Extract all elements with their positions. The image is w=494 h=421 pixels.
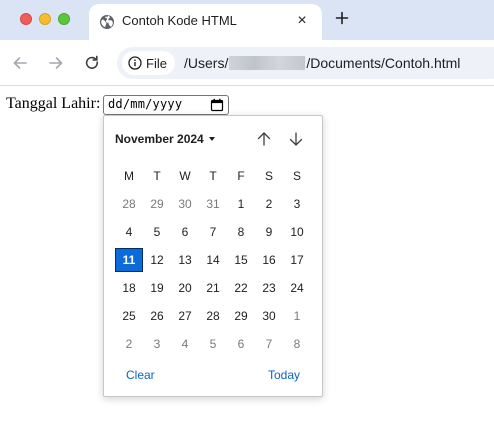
calendar-day[interactable]: 3 bbox=[143, 332, 171, 356]
browser-tab[interactable]: Contoh Kode HTML × bbox=[89, 4, 322, 40]
today-button[interactable]: Today bbox=[268, 368, 300, 382]
weekday-label: T bbox=[209, 169, 217, 183]
new-tab-plus-icon[interactable] bbox=[334, 10, 350, 26]
calendar-day[interactable]: 2 bbox=[255, 192, 283, 216]
calendar-day[interactable]: 18 bbox=[115, 276, 143, 300]
calendar-day[interactable]: 8 bbox=[227, 220, 255, 244]
calendar-day[interactable]: 26 bbox=[143, 304, 171, 328]
url-suffix: /Documents/Contoh.html bbox=[306, 55, 461, 71]
month-year-selector[interactable]: November 2024 bbox=[115, 132, 215, 146]
globe-icon bbox=[100, 15, 114, 29]
calendar-day[interactable]: 6 bbox=[171, 220, 199, 244]
date-picker-popup: November 2024 MTWTFSS 28 29 30 31 1 2 3 4 5 6 7 8 9 1… bbox=[103, 115, 323, 397]
browser-toolbar: File /Users/ /Documents/Contoh.html bbox=[0, 40, 494, 86]
calendar-icon[interactable] bbox=[210, 98, 224, 112]
calendar-day[interactable]: 14 bbox=[199, 248, 227, 272]
calendar-day[interactable]: 7 bbox=[255, 332, 283, 356]
calendar-day[interactable]: 24 bbox=[283, 276, 311, 300]
calendar-day[interactable]: 6 bbox=[227, 332, 255, 356]
birth-date-label: Tanggal Lahir: bbox=[6, 95, 101, 112]
calendar-day[interactable]: 7 bbox=[199, 220, 227, 244]
month-year-label: November 2024 bbox=[115, 132, 204, 146]
calendar-week-row: 2345678 bbox=[115, 332, 311, 356]
calendar-day[interactable]: 22 bbox=[227, 276, 255, 300]
caret-down-icon bbox=[208, 137, 215, 141]
previous-month-arrow-icon[interactable] bbox=[255, 130, 273, 148]
calendar-day[interactable]: 28 bbox=[115, 192, 143, 216]
calendar-day[interactable]: 30 bbox=[255, 304, 283, 328]
calendar-day[interactable]: 8 bbox=[283, 332, 311, 356]
calendar-day[interactable]: 21 bbox=[199, 276, 227, 300]
forward-arrow-icon[interactable] bbox=[47, 54, 65, 72]
weekday-header-row: MTWTFSS bbox=[115, 164, 311, 188]
info-icon bbox=[128, 56, 142, 70]
calendar-day[interactable]: 29 bbox=[143, 192, 171, 216]
calendar-day[interactable]: 9 bbox=[255, 220, 283, 244]
calendar-day[interactable]: 13 bbox=[171, 248, 199, 272]
site-info-label: File bbox=[146, 55, 167, 71]
calendar-day[interactable]: 3 bbox=[283, 192, 311, 216]
reload-icon[interactable] bbox=[83, 54, 101, 72]
clear-button[interactable]: Clear bbox=[126, 368, 155, 382]
calendar-day[interactable]: 23 bbox=[255, 276, 283, 300]
calendar-day[interactable]: 4 bbox=[115, 220, 143, 244]
weekday-label: T bbox=[153, 169, 161, 183]
tab-strip: Contoh Kode HTML × bbox=[0, 0, 494, 40]
calendar-day[interactable]: 1 bbox=[227, 192, 255, 216]
browser-window: Contoh Kode HTML × File /Users/ /Documen… bbox=[0, 0, 494, 421]
redacted-username bbox=[229, 56, 306, 70]
calendar-day[interactable]: 31 bbox=[199, 192, 227, 216]
calendar-week-row: 28 29 30 31 1 2 3 bbox=[115, 192, 311, 216]
calendar-day[interactable]: 28 bbox=[199, 304, 227, 328]
page-content: Tanggal Lahir: dd/mm/yyyy November 2024 … bbox=[0, 86, 494, 421]
calendar-day[interactable]: 5 bbox=[199, 332, 227, 356]
calendar-week-row: 18 19 20 21 22 23 24 bbox=[115, 276, 311, 300]
tab-close-icon[interactable]: × bbox=[294, 13, 310, 29]
calendar-day[interactable]: 27 bbox=[171, 304, 199, 328]
calendar-day-selected[interactable]: 11 bbox=[115, 248, 143, 272]
calendar-day[interactable]: 25 bbox=[115, 304, 143, 328]
weekday-label: F bbox=[237, 169, 245, 183]
weekday-label: M bbox=[124, 169, 134, 183]
address-bar[interactable]: File /Users/ /Documents/Contoh.html bbox=[117, 47, 494, 79]
maximize-window-button[interactable] bbox=[58, 13, 70, 25]
calendar-day[interactable]: 2 bbox=[115, 332, 143, 356]
calendar-week-row: 25 26 27 28 29 30 1 bbox=[115, 304, 311, 328]
calendar-day[interactable]: 5 bbox=[143, 220, 171, 244]
calendar-day[interactable]: 10 bbox=[283, 220, 311, 244]
weekday-label: S bbox=[264, 169, 273, 183]
calendar-day[interactable]: 17 bbox=[283, 248, 311, 272]
minimize-window-button[interactable] bbox=[39, 13, 51, 25]
calendar-day[interactable]: 15 bbox=[227, 248, 255, 272]
calendar-day[interactable]: 4 bbox=[171, 332, 199, 356]
weekday-label: W bbox=[179, 169, 191, 183]
date-input-placeholder: dd/mm/yyyy bbox=[108, 97, 183, 111]
weekday-label: S bbox=[292, 169, 301, 183]
close-window-button[interactable] bbox=[20, 13, 32, 25]
birth-date-input[interactable]: dd/mm/yyyy bbox=[103, 95, 229, 115]
tab-title: Contoh Kode HTML bbox=[122, 13, 237, 28]
url-text: /Users/ /Documents/Contoh.html bbox=[184, 55, 460, 71]
calendar-day[interactable]: 12 bbox=[143, 248, 171, 272]
calendar-day[interactable]: 1 bbox=[283, 304, 311, 328]
calendar-day[interactable]: 30 bbox=[171, 192, 199, 216]
next-month-arrow-icon[interactable] bbox=[287, 130, 305, 148]
back-arrow-icon[interactable] bbox=[11, 54, 29, 72]
calendar-day[interactable]: 16 bbox=[255, 248, 283, 272]
calendar-day[interactable]: 29 bbox=[227, 304, 255, 328]
calendar-week-row: 11 12 13 14 15 16 17 bbox=[115, 248, 311, 272]
url-prefix: /Users/ bbox=[184, 55, 229, 71]
site-info-chip[interactable]: File bbox=[122, 51, 175, 75]
calendar-day[interactable]: 19 bbox=[143, 276, 171, 300]
calendar-day[interactable]: 20 bbox=[171, 276, 199, 300]
calendar-week-row: 4 5 6 7 8 9 10 bbox=[115, 220, 311, 244]
